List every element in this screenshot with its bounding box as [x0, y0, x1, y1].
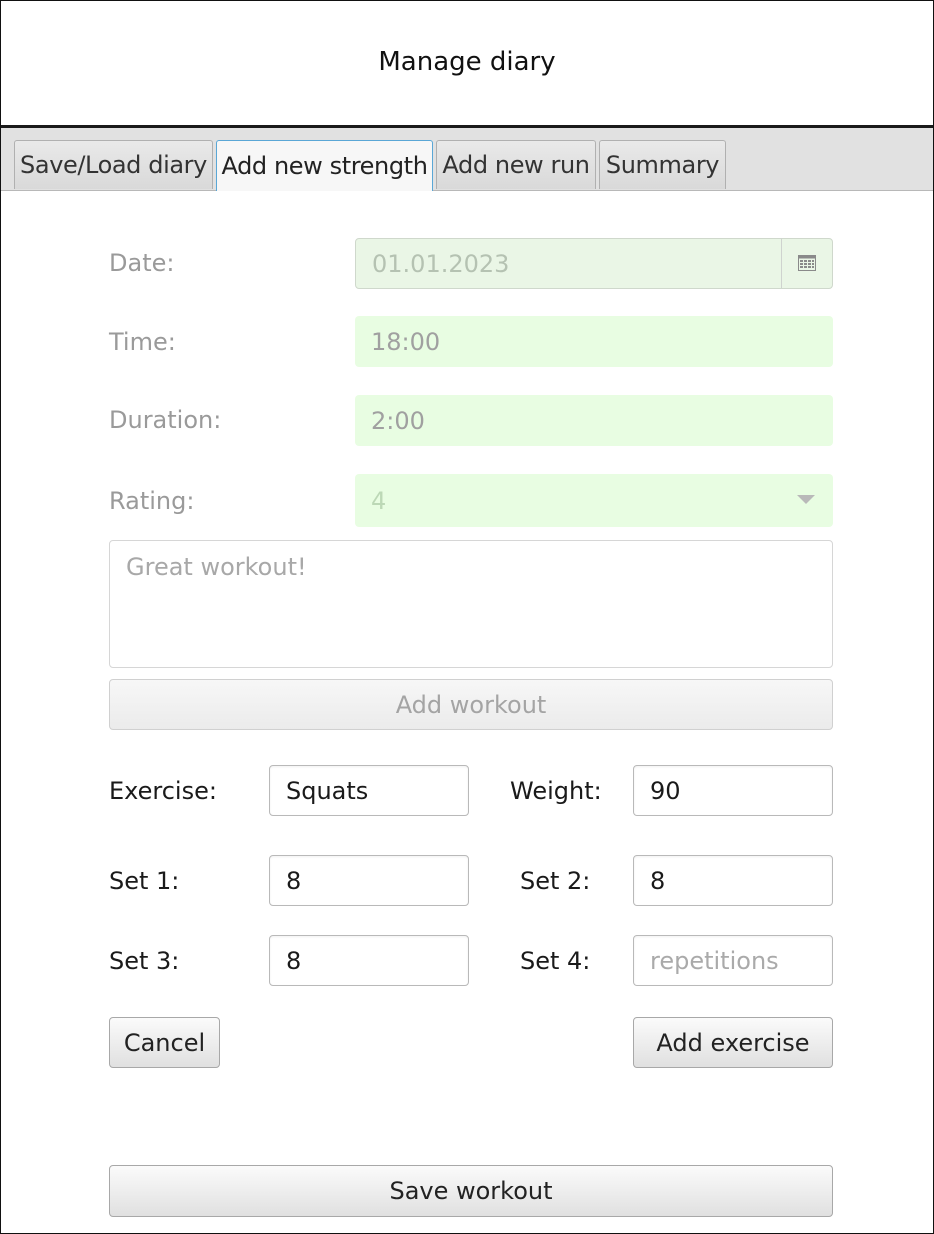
window-title: Manage diary: [378, 47, 556, 77]
rating-value: 4: [371, 486, 387, 515]
weight-label: Weight:: [510, 777, 602, 805]
set4-label: Set 4:: [520, 947, 591, 975]
set1-value: 8: [286, 866, 302, 895]
date-field[interactable]: 01.01.2023: [355, 238, 833, 289]
time-label: Time:: [109, 328, 176, 356]
set3-input[interactable]: 8: [269, 935, 469, 986]
set2-input[interactable]: 8: [633, 855, 833, 906]
add-workout-button[interactable]: Add workout: [109, 679, 833, 730]
cancel-button[interactable]: Cancel: [109, 1017, 220, 1068]
set1-input[interactable]: 8: [269, 855, 469, 906]
weight-input[interactable]: 90: [633, 765, 833, 816]
duration-field[interactable]: 2:00: [355, 395, 833, 446]
set3-value: 8: [286, 946, 302, 975]
calendar-icon: [797, 255, 816, 271]
exercise-label: Exercise:: [109, 777, 217, 805]
tab-strip: Save/Load diary Add new strength Add new…: [1, 128, 933, 191]
date-value: 01.01.2023: [372, 249, 510, 278]
exercise-input[interactable]: Squats: [269, 765, 469, 816]
notes-value: Great workout!: [126, 553, 307, 581]
date-picker-button[interactable]: [781, 238, 831, 288]
chevron-down-icon: [797, 495, 815, 504]
set1-label: Set 1:: [109, 867, 180, 895]
set4-input[interactable]: repetitions: [633, 935, 833, 986]
add-exercise-button[interactable]: Add exercise: [633, 1017, 833, 1068]
save-workout-button[interactable]: Save workout: [109, 1165, 833, 1217]
set3-label: Set 3:: [109, 947, 180, 975]
rating-select[interactable]: 4: [355, 474, 833, 527]
set2-label: Set 2:: [520, 867, 591, 895]
tab-add-new-run[interactable]: Add new run: [436, 140, 596, 189]
time-value: 18:00: [371, 327, 441, 356]
tab-summary[interactable]: Summary: [599, 140, 726, 189]
diary-window: Manage diary Save/Load diary Add new str…: [0, 0, 934, 1234]
date-label: Date:: [109, 249, 175, 277]
exercise-value: Squats: [286, 776, 369, 805]
tab-add-new-strength[interactable]: Add new strength: [216, 140, 433, 191]
weight-value: 90: [650, 776, 681, 805]
window-title-bar: Manage diary: [1, 1, 933, 128]
notes-textarea[interactable]: Great workout!: [109, 540, 833, 668]
duration-label: Duration:: [109, 406, 222, 434]
set4-placeholder: repetitions: [650, 946, 779, 975]
rating-label: Rating:: [109, 487, 195, 515]
duration-value: 2:00: [371, 406, 425, 435]
time-field[interactable]: 18:00: [355, 316, 833, 367]
tab-save-load-diary[interactable]: Save/Load diary: [14, 140, 213, 189]
set2-value: 8: [650, 866, 666, 895]
